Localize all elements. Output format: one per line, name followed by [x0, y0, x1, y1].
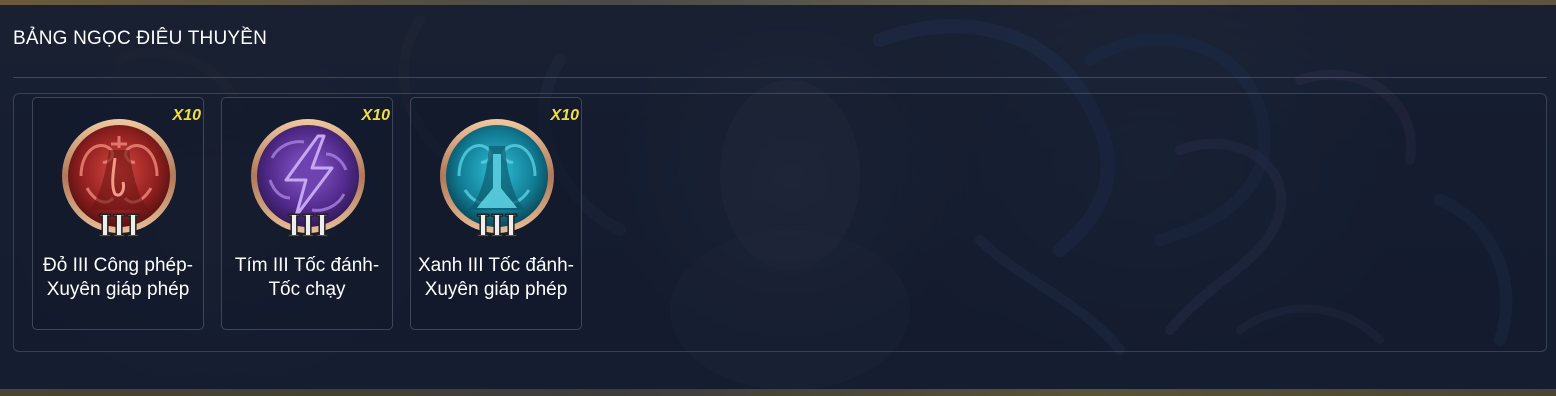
- gem-name-label: Đỏ III Công phép-Xuyên giáp phép: [43, 255, 193, 300]
- gem-name-label: Xanh III Tốc đánh-Xuyên giáp phép: [418, 255, 574, 300]
- gem-card-purple[interactable]: X10 III Tím III Tốc đánh-Tốc chạy: [221, 97, 393, 330]
- svg-text:III: III: [287, 209, 329, 242]
- gem-card-red[interactable]: X10 III Đỏ III Công phép-Xuyên giáp phép: [32, 97, 204, 330]
- blue-gem-icon: III: [440, 119, 554, 242]
- title-divider: [13, 77, 1547, 78]
- bottom-border-strip: [0, 389, 1556, 396]
- page-title: BẢNG NGỌC ĐIÊU THUYỀN: [13, 28, 268, 49]
- svg-text:III: III: [476, 209, 518, 242]
- red-gem-icon: III: [62, 119, 176, 242]
- purple-lightning-gem-icon: III: [251, 119, 365, 242]
- gem-panel-screen: BẢNG NGỌC ĐIÊU THUYỀN X10 III Đỏ III Côn…: [0, 0, 1556, 396]
- gem-card-blue[interactable]: X10 III Xanh III Tốc đánh-Xuyên giáp phé…: [410, 97, 582, 330]
- gem-name-label: Tím III Tốc đánh-Tốc chạy: [234, 255, 380, 300]
- svg-text:III: III: [98, 209, 140, 242]
